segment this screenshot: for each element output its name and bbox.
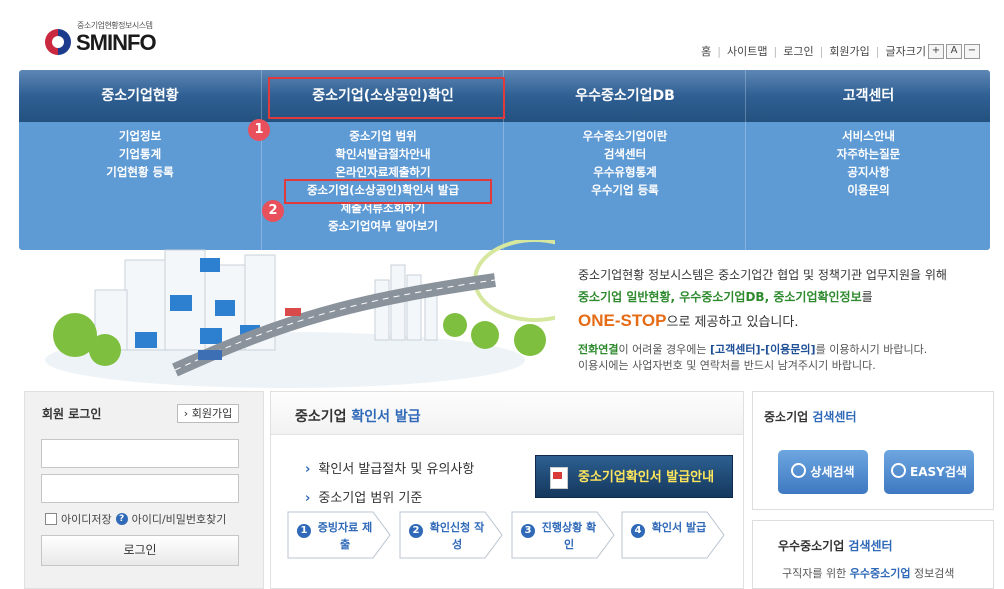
issue-title: 중소기업 확인서 발급 xyxy=(295,409,421,425)
nav-column-status: 중소기업현황 기업정보 기업통계 기업현황 등록 xyxy=(19,70,261,250)
intro-line: ONE-STOP으로 제공하고 있습니다. xyxy=(578,311,799,330)
nav-column-support: 고객센터 서비스안내 자주하는질문 공지사항 이용문의 xyxy=(745,70,990,250)
procedure-link[interactable]: 확인서 발급절차 및 유의사항 xyxy=(305,458,474,477)
contact-notice-line2: 이용시에는 사업자번호 및 연락처를 반드시 남겨주시기 바랍니다. xyxy=(578,359,876,372)
nav-title-status[interactable]: 중소기업현황 xyxy=(19,70,261,122)
step-marker-badge: 2 xyxy=(262,200,284,222)
nav-item[interactable]: 우수기업 등록 xyxy=(504,181,746,199)
password-input[interactable] xyxy=(41,474,239,503)
nav-item[interactable]: 기업현황 등록 xyxy=(19,163,261,181)
util-join-link[interactable]: 회원가입 xyxy=(829,43,869,59)
font-decrease-button[interactable]: − xyxy=(964,43,980,59)
util-sitemap-link[interactable]: 사이트맵 xyxy=(727,43,767,59)
nav-column-excellent-db: 우수중소기업DB 우수중소기업이란 검색센터 우수유형통계 우수기업 등록 xyxy=(503,70,746,250)
step-arrow[interactable]: 3 진행상황 확인 xyxy=(511,511,615,559)
certificate-issue-box: 중소기업 확인서 발급 확인서 발급절차 및 유의사항 중소기업 범위 기준 중… xyxy=(270,391,744,589)
nav-item[interactable]: 검색센터 xyxy=(504,145,746,163)
id-input[interactable] xyxy=(41,439,239,468)
highlight-box-menu xyxy=(268,77,505,119)
step-label: 확인신청 작성 xyxy=(429,521,485,551)
login-box: 회원 로그인 › 회원가입 아이디저장 ? 아이디/비밀번호찾기 로그인 xyxy=(24,391,264,589)
issue-guide-button[interactable]: 중소기업확인서 발급안내 xyxy=(535,455,733,498)
nav-item[interactable]: 기업통계 xyxy=(19,145,261,163)
font-size-label: 글자크기 xyxy=(885,45,926,58)
step-label: 진행상황 확인 xyxy=(541,521,597,551)
util-home-link[interactable]: 홈 xyxy=(701,43,711,59)
nav-item[interactable]: 우수유형통계 xyxy=(504,163,746,181)
magnifier-icon xyxy=(891,463,907,478)
document-icon xyxy=(550,467,568,489)
intro-line: 중소기업현황 정보시스템은 중소기업간 협업 및 정책기관 업무지원을 위해 xyxy=(578,268,947,282)
find-id-link[interactable]: 아이디/비밀번호찾기 xyxy=(132,511,227,527)
nav-title-excellent-db[interactable]: 우수중소기업DB xyxy=(504,70,746,122)
contact-notice: 전화연결이 어려울 경우에는 [고객센터]-[이용문의]를 이용하시기 바랍니다… xyxy=(578,343,928,356)
login-options: 아이디저장 ? 아이디/비밀번호찾기 xyxy=(45,511,226,527)
step-marker-badge: 1 xyxy=(248,119,270,141)
nav-item[interactable]: 이용문의 xyxy=(746,181,990,199)
nav-item[interactable]: 중소기업 범위 xyxy=(262,127,504,145)
city-illustration xyxy=(45,240,555,388)
step-arrow[interactable]: 2 확인신청 작성 xyxy=(399,511,503,559)
logo-text[interactable]: SMINFO xyxy=(76,30,157,56)
intro-text: 중소기업현황 정보시스템은 중소기업간 협업 및 정책기관 업무지원을 위해 중… xyxy=(578,264,998,374)
login-button[interactable]: 로그인 xyxy=(41,535,239,566)
step-arrow[interactable]: 1 증빙자료 제출 xyxy=(287,511,391,559)
highlight-box-submenu xyxy=(284,179,492,204)
intro-line: 중소기업 일반현황, 우수중소기업DB, 중소기업확인정보를 xyxy=(578,290,873,304)
one-stop-label: ONE-STOP xyxy=(578,311,667,330)
step-label: 증빙자료 제출 xyxy=(317,521,373,551)
detail-search-button[interactable]: 상세검색 xyxy=(778,450,868,494)
easy-search-button[interactable]: EASY검색 xyxy=(884,450,974,494)
utility-links: 홈 | 사이트맵 | 로그인 | 회원가입 | 글자크기 + A − xyxy=(701,43,980,59)
font-reset-button[interactable]: A xyxy=(946,43,962,59)
font-increase-button[interactable]: + xyxy=(928,43,944,59)
util-login-link[interactable]: 로그인 xyxy=(783,43,813,59)
nav-item[interactable]: 우수중소기업이란 xyxy=(504,127,746,145)
contact-inquiry-link[interactable]: [고객센터]-[이용문의] xyxy=(710,343,816,356)
excellent-center-title: 우수중소기업 검색센터 xyxy=(778,539,893,553)
nav-title-support[interactable]: 고객센터 xyxy=(746,70,990,122)
save-id-checkbox[interactable] xyxy=(45,513,57,525)
save-id-label: 아이디저장 xyxy=(61,513,112,526)
step-label: 확인서 발급 xyxy=(651,521,707,534)
question-icon: ? xyxy=(115,513,128,525)
nav-item[interactable]: 서비스안내 xyxy=(746,127,990,145)
nav-item[interactable]: 확인서발급절차안내 xyxy=(262,145,504,163)
magnifier-icon xyxy=(791,463,807,478)
search-center-title: 중소기업 검색센터 xyxy=(764,410,857,424)
join-button[interactable]: › 회원가입 xyxy=(177,404,239,423)
nav-item[interactable]: 공지사항 xyxy=(746,163,990,181)
scope-link[interactable]: 중소기업 범위 기준 xyxy=(305,487,422,506)
nav-item[interactable]: 중소기업여부 알아보기 xyxy=(262,217,504,235)
nav-item[interactable]: 자주하는질문 xyxy=(746,145,990,163)
logo-emblem-icon[interactable] xyxy=(45,29,71,55)
login-title: 회원 로그인 xyxy=(42,407,102,421)
excellent-center-subtitle[interactable]: 구직자를 위한 우수중소기업 정보검색 xyxy=(782,565,954,581)
nav-item[interactable]: 기업정보 xyxy=(19,127,261,145)
step-arrow[interactable]: 4 확인서 발급 xyxy=(621,511,725,559)
